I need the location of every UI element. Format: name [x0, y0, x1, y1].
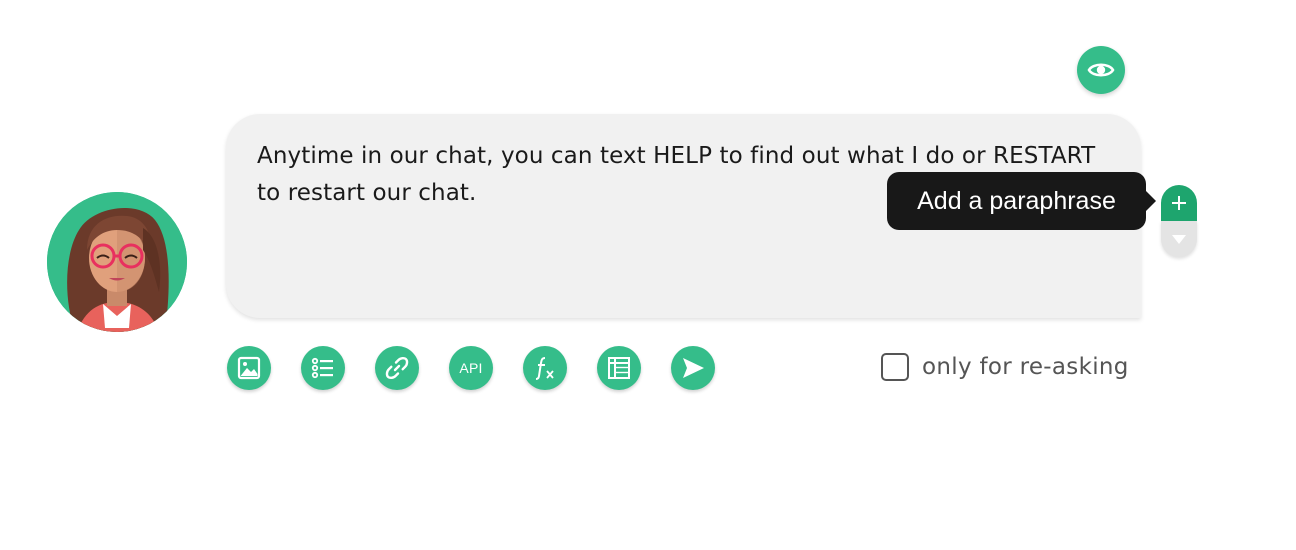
bot-avatar [47, 192, 187, 332]
image-icon [237, 356, 261, 380]
add-list-button[interactable] [301, 346, 345, 390]
add-image-button[interactable] [227, 346, 271, 390]
add-link-button[interactable] [375, 346, 419, 390]
link-icon [385, 356, 409, 380]
send-icon [683, 358, 704, 378]
caret-down-icon [1172, 235, 1186, 244]
tooltip-text: Add a paraphrase [917, 186, 1116, 215]
list-icon [311, 357, 333, 379]
paraphrase-controls [1161, 185, 1197, 257]
eye-icon [1087, 63, 1115, 77]
send-button[interactable] [671, 346, 715, 390]
table-icon [608, 357, 630, 379]
reask-label: only for re-asking [922, 354, 1129, 380]
function-icon [535, 357, 554, 380]
preview-button[interactable] [1077, 46, 1125, 94]
expand-paraphrases-button[interactable] [1161, 221, 1197, 257]
add-paraphrase-button[interactable] [1161, 185, 1197, 221]
api-icon: API [459, 360, 483, 376]
add-function-button[interactable] [523, 346, 567, 390]
add-table-button[interactable] [597, 346, 641, 390]
add-api-button[interactable]: API [449, 346, 493, 390]
add-paraphrase-tooltip: Add a paraphrase [887, 172, 1156, 230]
reask-checkbox[interactable] [881, 353, 909, 381]
reask-option[interactable]: only for re-asking [881, 351, 1129, 383]
plus-icon [1172, 196, 1186, 210]
